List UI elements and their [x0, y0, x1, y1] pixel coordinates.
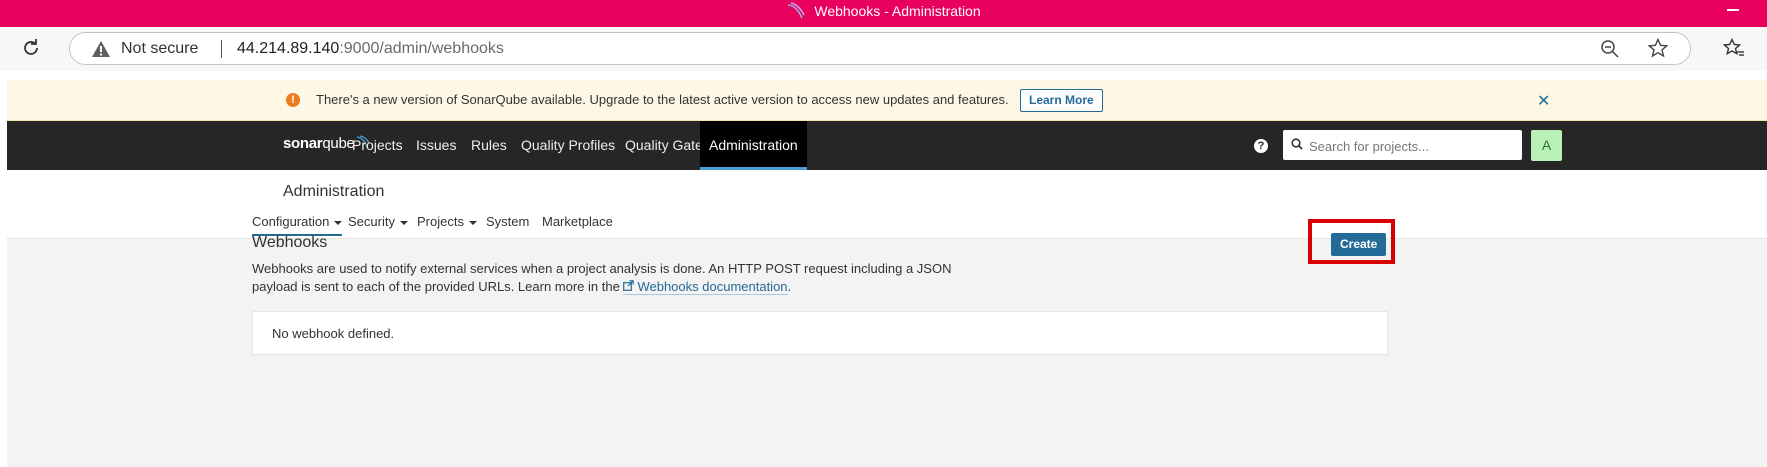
page-title: Administration: [283, 183, 385, 200]
main-nav: sonarqube Projects Issues Rules Quality …: [7, 121, 1767, 170]
nav-issues[interactable]: Issues: [407, 121, 465, 170]
help-icon[interactable]: ?: [1254, 139, 1268, 153]
search-input[interactable]: [1307, 130, 1516, 162]
tab-configuration[interactable]: Configuration: [252, 214, 343, 236]
alert-icon: !: [286, 93, 300, 107]
tab-projects[interactable]: Projects: [417, 214, 477, 234]
update-message: There's a new version of SonarQube avail…: [316, 92, 1009, 107]
app-logo-icon: [788, 2, 806, 19]
url-text[interactable]: 44.214.89.140:9000/admin/webhooks: [237, 40, 504, 58]
reload-icon[interactable]: [20, 37, 42, 59]
chevron-down-icon: [468, 220, 477, 225]
address-bar[interactable]: Not secure 44.214.89.140:9000/admin/webh…: [69, 32, 1691, 65]
chevron-down-icon: [334, 220, 343, 225]
browser-toolbar: Not secure 44.214.89.140:9000/admin/webh…: [0, 27, 1767, 71]
webhooks-list: No webhook defined.: [252, 311, 1388, 355]
webhooks-title: Webhooks: [252, 234, 328, 251]
tab-marketplace[interactable]: Marketplace: [542, 214, 613, 234]
create-button[interactable]: Create: [1331, 233, 1387, 256]
zoom-out-icon[interactable]: [1600, 39, 1620, 59]
webhooks-description: Webhooks are used to notify external ser…: [252, 261, 952, 295]
external-link-icon: [623, 280, 635, 291]
minimize-button[interactable]: [1727, 9, 1739, 11]
nav-rules[interactable]: Rules: [462, 121, 516, 170]
window-titlebar: Webhooks - Administration: [0, 0, 1767, 27]
close-icon[interactable]: ✕: [1537, 91, 1550, 111]
nav-quality-profiles[interactable]: Quality Profiles: [512, 121, 624, 170]
nav-administration[interactable]: Administration: [700, 121, 807, 170]
tab-security[interactable]: Security: [348, 214, 408, 234]
update-banner: ! There's a new version of SonarQube ava…: [7, 80, 1767, 121]
security-label[interactable]: Not secure: [121, 40, 198, 58]
avatar[interactable]: A: [1531, 130, 1562, 161]
nav-projects[interactable]: Projects: [343, 121, 412, 170]
window-title: Webhooks - Administration: [814, 3, 981, 19]
empty-message: No webhook defined.: [272, 326, 395, 341]
favorites-icon[interactable]: [1723, 38, 1745, 58]
page: ! There's a new version of SonarQube ava…: [7, 80, 1767, 467]
project-search[interactable]: [1283, 130, 1522, 162]
webhooks-doc-link[interactable]: Webhooks documentation: [623, 279, 788, 295]
tab-system[interactable]: System: [486, 214, 529, 234]
bookmark-star-icon[interactable]: [1648, 38, 1668, 58]
chevron-down-icon: [399, 220, 408, 225]
learn-more-button[interactable]: Learn More: [1020, 89, 1103, 112]
search-icon: [1291, 138, 1303, 150]
admin-header: Administration Configuration Security Pr…: [7, 170, 1767, 239]
warning-icon[interactable]: [91, 40, 111, 58]
address-divider: [221, 40, 222, 58]
